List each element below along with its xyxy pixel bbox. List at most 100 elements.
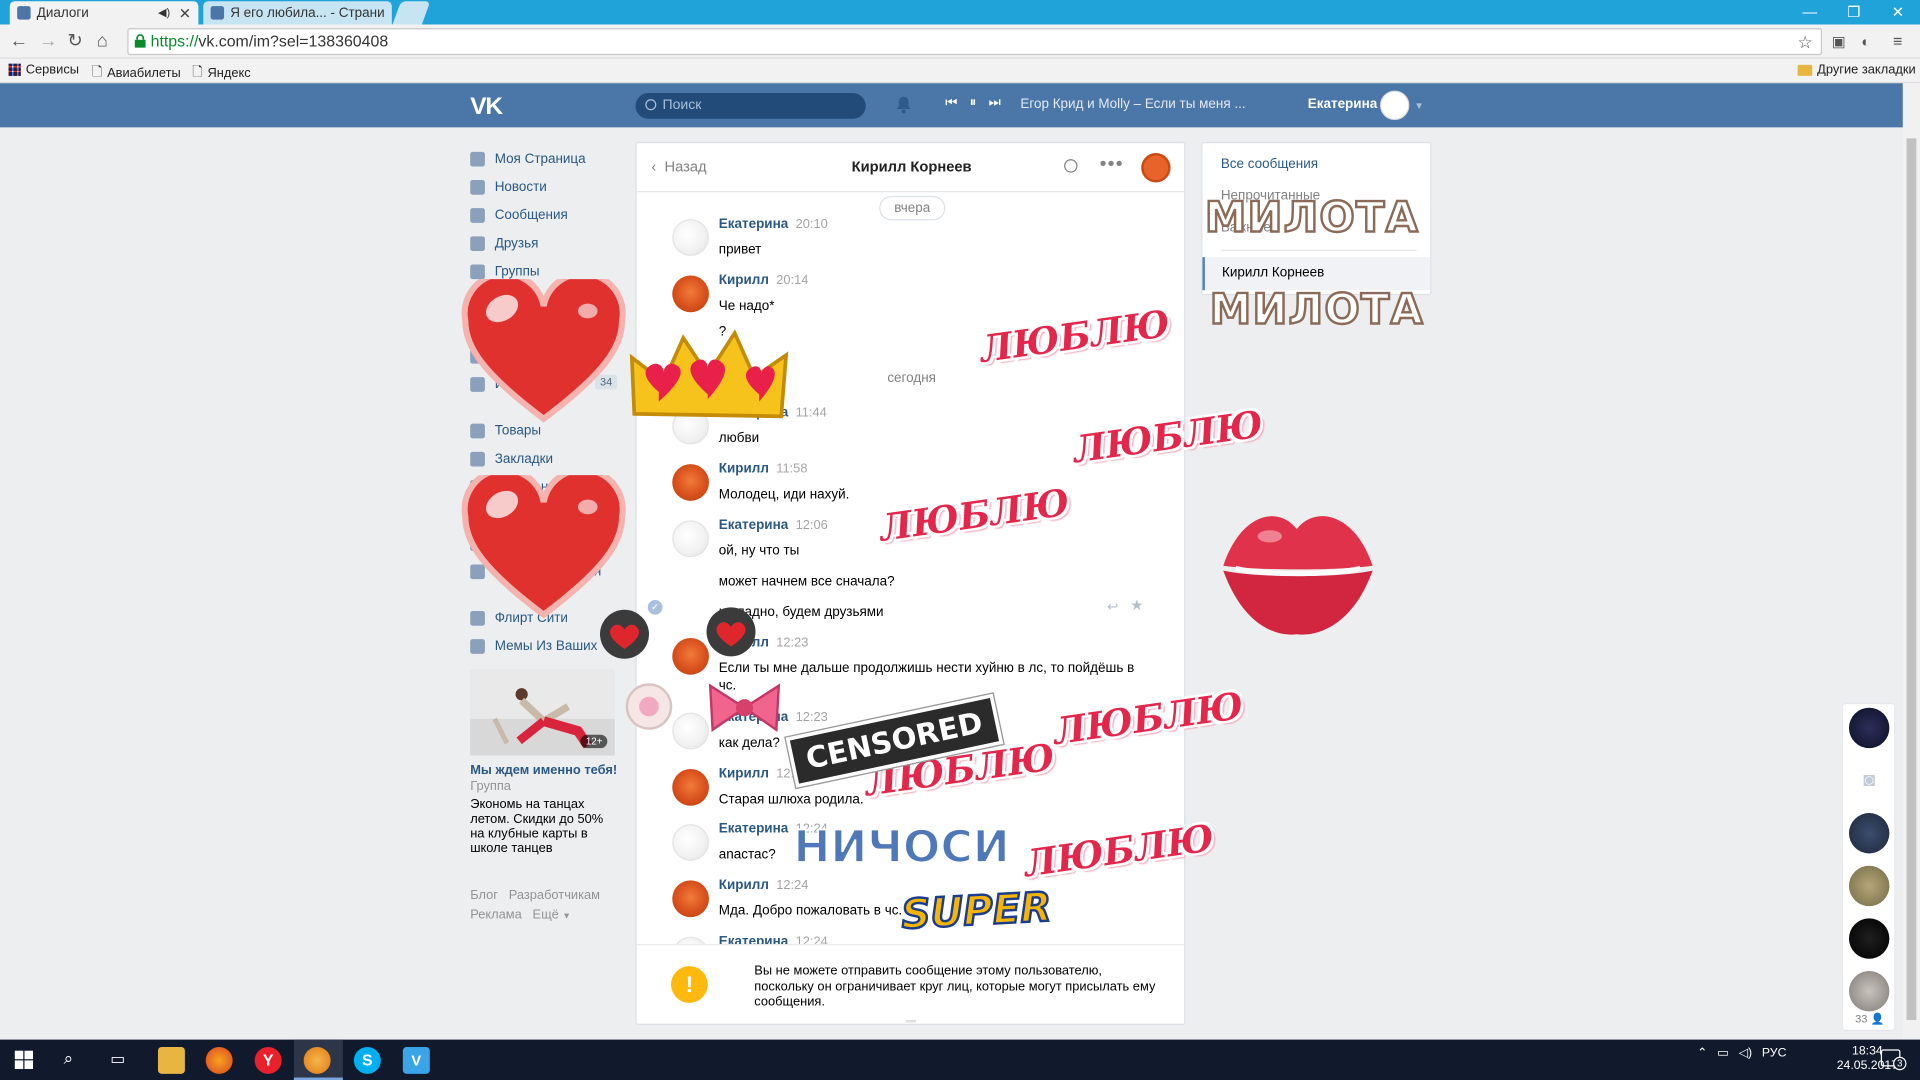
firefox-icon[interactable] — [205, 1046, 233, 1074]
message-author[interactable]: Екатерина 20:10 — [719, 217, 828, 232]
scroll-thumb[interactable] — [1906, 138, 1917, 1021]
camera-icon[interactable]: ◙ — [1848, 760, 1890, 801]
bookmark-aviabilety[interactable]: 🗋 Авиабилеты — [92, 62, 181, 84]
bell-icon[interactable] — [895, 96, 912, 114]
footer-ads-link[interactable]: Реклама — [470, 907, 522, 922]
sidebar-item[interactable]: Сообщества — [470, 501, 619, 529]
message-avatar[interactable] — [672, 520, 709, 558]
message-avatar[interactable] — [672, 275, 709, 313]
sidebar-item[interactable]: Новости — [470, 173, 619, 201]
reload-icon[interactable]: ↻ — [67, 31, 82, 52]
page-scrollbar[interactable] — [1902, 83, 1920, 1040]
message-avatar[interactable] — [672, 637, 709, 675]
message-avatar[interactable] — [672, 824, 709, 861]
footer-more-link[interactable]: Ещё — [533, 907, 559, 922]
message-author[interactable]: Кирилл 12:24 — [719, 878, 809, 893]
sidebar-item[interactable]: Приложения 1 — [470, 529, 619, 557]
close-tab-icon[interactable]: ✕ — [391, 4, 392, 21]
ad-image[interactable]: 12+ — [470, 669, 615, 756]
search-icon[interactable]: ⌕ — [64, 1048, 74, 1069]
close-window-icon[interactable]: ✕ — [1876, 0, 1920, 24]
pause-icon[interactable]: ⏸ — [970, 96, 977, 112]
sidebar-item[interactable]: Видео — [470, 342, 619, 370]
sidebar-item[interactable]: Группы — [470, 257, 619, 285]
message-avatar[interactable] — [672, 768, 709, 806]
sidebar-item[interactable]: Игры 34 — [470, 370, 619, 398]
footer-dev-link[interactable]: Разработчикам — [509, 888, 600, 903]
message-author[interactable]: Екатерина 12:06 — [719, 518, 828, 533]
message-author[interactable]: Кирилл 11:58 — [719, 462, 808, 477]
friends-count[interactable]: 33 👤 — [1855, 1013, 1884, 1026]
message-author[interactable]: Екатерина 12:23 — [719, 710, 828, 725]
address-bar[interactable]: https://vk.com/im?sel=138360408 — [127, 28, 1823, 56]
sidebar-item[interactable]: Закладки — [470, 444, 619, 472]
message-avatar[interactable] — [672, 712, 709, 750]
contact-avatar[interactable] — [1141, 153, 1171, 183]
sidebar-item[interactable]: Мемы Из Ваших — [470, 632, 619, 660]
message-avatar[interactable] — [672, 464, 709, 501]
tab-dialogs[interactable]: Диалоги ◀) ✕ — [9, 1, 199, 25]
prev-track-icon[interactable]: ⏮ — [945, 96, 957, 112]
friend-avatar[interactable] — [1848, 813, 1890, 854]
sidebar-item[interactable]: Мои приложения — [470, 557, 619, 585]
bookmark-other-folder[interactable]: Другие закладки — [1797, 62, 1916, 77]
resize-handle[interactable] — [906, 1020, 916, 1023]
chevron-down-icon[interactable]: ▼ — [1414, 100, 1424, 111]
close-tab-icon[interactable]: ✕ — [179, 4, 191, 21]
next-track-icon[interactable]: ⏭ — [989, 96, 1001, 112]
message-avatar[interactable] — [672, 407, 709, 445]
vk-logo[interactable]: VK — [470, 93, 503, 121]
restore-icon[interactable]: ❐ — [1832, 0, 1876, 24]
footer-blog-link[interactable]: Блог — [470, 888, 498, 903]
sidebar-item[interactable]: Фотографии — [470, 285, 619, 313]
sidebar-item[interactable]: Друзья — [470, 229, 619, 257]
ad-title[interactable]: Мы ждем именно тебя! — [470, 763, 617, 778]
profile-icon[interactable]: ◐ — [1861, 32, 1870, 52]
user-name[interactable]: Екатерина — [1308, 97, 1377, 112]
volume-icon[interactable]: ◁) — [1739, 1047, 1753, 1060]
minimize-icon[interactable]: — — [1788, 0, 1832, 24]
sidebar-item[interactable]: Товары — [470, 416, 619, 444]
bookmark-star-icon[interactable]: ☆ — [1798, 32, 1813, 52]
friend-avatar[interactable] — [1848, 707, 1890, 749]
new-tab-button[interactable] — [392, 1, 431, 25]
language-indicator[interactable]: РУС — [1762, 1047, 1787, 1060]
forward-arrow-icon[interactable]: → — [39, 31, 57, 52]
task-view-icon[interactable]: ▭ — [110, 1049, 125, 1069]
message-avatar[interactable] — [672, 880, 709, 918]
sidebar-item[interactable]: Флирт Сити — [470, 604, 619, 632]
friend-avatar[interactable] — [1848, 918, 1890, 959]
vk-app-icon[interactable]: V — [402, 1046, 430, 1074]
filter-all-messages[interactable]: Все сообщения — [1221, 157, 1318, 172]
sidebar-item[interactable]: Музыка — [470, 313, 619, 341]
message-avatar[interactable] — [672, 219, 709, 256]
network-icon[interactable]: ▭ — [1717, 1047, 1729, 1060]
search-icon[interactable] — [1064, 159, 1078, 173]
yandex-browser-icon[interactable]: Y — [254, 1046, 282, 1074]
sidebar-item[interactable]: Документы — [470, 473, 619, 501]
tray-chevron-up-icon[interactable]: ⌃ — [1697, 1047, 1707, 1060]
user-avatar[interactable] — [1380, 90, 1410, 121]
message-author[interactable]: Кирилл 20:14 — [719, 273, 809, 288]
tab-page[interactable]: Я его любила... - Страни ✕ — [203, 1, 392, 25]
back-arrow-icon[interactable]: ← — [10, 31, 28, 52]
more-dots-icon[interactable]: ••• — [1100, 154, 1124, 176]
star-icon[interactable]: ★ — [1130, 596, 1143, 613]
menu-icon[interactable]: ≡ — [1893, 32, 1902, 52]
message-author[interactable]: Екатерина 11:44 — [719, 405, 827, 420]
bookmark-yandex[interactable]: 🗋 Яндекс — [192, 62, 250, 84]
friend-avatar[interactable] — [1848, 865, 1890, 907]
search-input[interactable]: Поиск — [635, 93, 866, 119]
bookmark-services[interactable]: Сервисы — [8, 62, 79, 77]
skype-icon[interactable]: S — [353, 1046, 381, 1074]
checkmark-icon[interactable]: ✓ — [647, 600, 663, 615]
message-author[interactable]: Кирилл 12:23 — [719, 636, 809, 651]
sidebar-item[interactable]: Сообщения — [470, 201, 619, 229]
track-title[interactable]: Егор Крид и Molly – Если ты меня ... — [1020, 96, 1245, 111]
extension-icon[interactable]: ▣ — [1832, 32, 1846, 52]
file-explorer-icon[interactable] — [157, 1046, 185, 1074]
friend-avatar[interactable] — [1848, 971, 1890, 1012]
windows-start-icon[interactable] — [14, 1050, 34, 1069]
reply-icon[interactable]: ↩ — [1107, 599, 1118, 615]
sidebar-item[interactable]: Моя Страница — [470, 144, 619, 172]
